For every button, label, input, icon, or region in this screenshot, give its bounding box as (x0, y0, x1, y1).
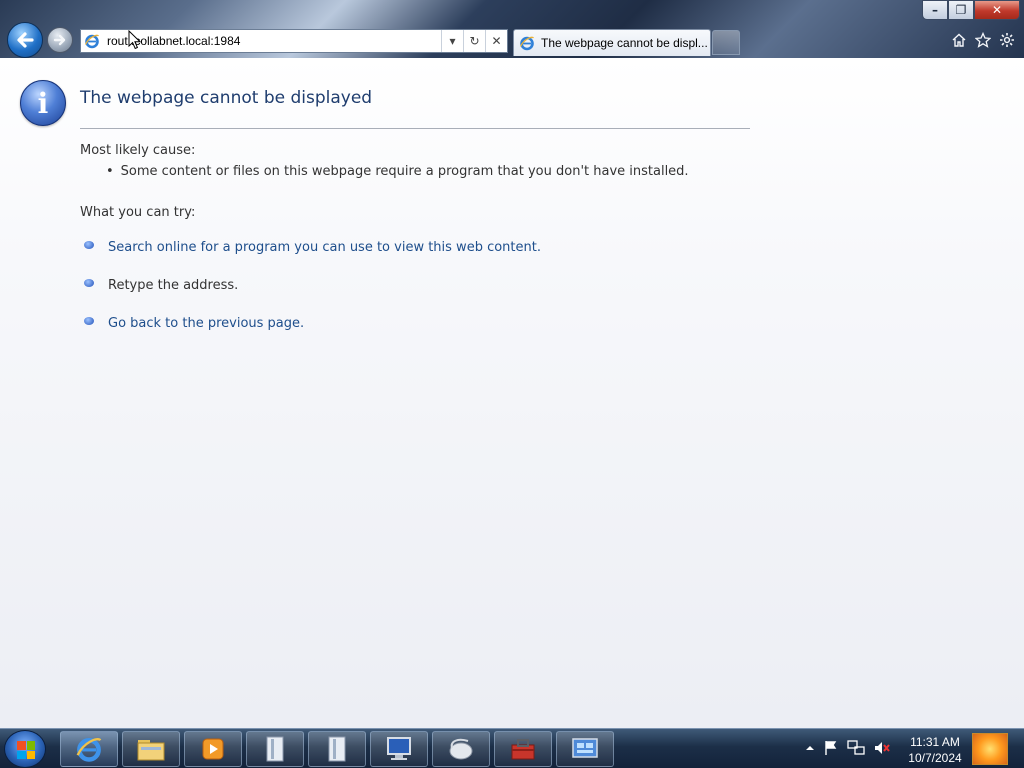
blue-bullet-icon (84, 316, 94, 325)
info-icon: i (20, 80, 66, 126)
try-item-go-back: Go back to the previous page. (84, 316, 304, 331)
taskbar-internet-explorer[interactable] (60, 731, 118, 767)
volume-muted-icon[interactable] (873, 740, 891, 759)
taskbar-windows-explorer[interactable] (122, 731, 180, 767)
show-hidden-icons-button[interactable] (805, 742, 815, 756)
search-online-link[interactable]: Search online for a program you can use … (108, 240, 541, 255)
taskbar-control-panel[interactable] (556, 731, 614, 767)
blue-bullet-icon (84, 278, 94, 287)
blue-bullet-icon (84, 240, 94, 249)
stop-button[interactable]: ✕ (485, 30, 507, 52)
new-tab-button[interactable] (712, 30, 740, 55)
taskbar-mouse-settings[interactable] (432, 731, 490, 767)
try-item-search: Search online for a program you can use … (84, 240, 541, 255)
command-icons (950, 31, 1016, 49)
folder-icon (137, 740, 165, 761)
try-heading: What you can try: (80, 205, 196, 220)
bullet: • (106, 164, 114, 179)
taskbar-remote-desktop[interactable] (370, 731, 428, 767)
clock[interactable]: 11:31 AM 10/7/2024 (902, 734, 968, 766)
monitor-icon (387, 737, 411, 760)
page-title: The webpage cannot be displayed (80, 88, 373, 108)
mouse-icon (449, 738, 473, 760)
media-player-icon (202, 738, 224, 760)
window-controls: – ❐ ✕ (922, 0, 1020, 20)
close-button[interactable]: ✕ (974, 0, 1020, 20)
ie-page-icon (81, 30, 103, 52)
cause-item-text: Some content or files on this webpage re… (120, 164, 689, 179)
document-icon (266, 736, 284, 762)
address-input[interactable] (103, 31, 441, 51)
address-bar: ▾ ↻ ✕ (80, 29, 508, 53)
taskbar-toolbox[interactable] (494, 731, 552, 767)
refresh-button[interactable]: ↻ (463, 30, 485, 52)
internet-explorer-icon (76, 737, 102, 762)
page-content: i The webpage cannot be displayed Most l… (0, 58, 1024, 728)
home-icon[interactable] (950, 31, 968, 49)
minimize-button[interactable]: – (922, 0, 948, 20)
user-account-picture-icon[interactable] (972, 733, 1008, 765)
start-button[interactable] (4, 730, 46, 768)
go-back-link[interactable]: Go back to the previous page. (108, 316, 304, 331)
toolbox-icon (511, 739, 535, 760)
favorites-icon[interactable] (974, 31, 992, 49)
document-icon (328, 736, 346, 762)
taskbar-app-window-2[interactable] (308, 731, 366, 767)
forward-arrow-icon (53, 34, 66, 46)
back-arrow-icon (17, 32, 34, 48)
title-divider (80, 128, 750, 129)
windows-logo-icon (17, 741, 35, 759)
tab-label: The webpage cannot be displ... (541, 36, 708, 50)
maximize-button[interactable]: ❐ (948, 0, 974, 20)
tools-gear-icon[interactable] (998, 31, 1016, 49)
forward-button[interactable] (47, 27, 73, 53)
system-tray (805, 729, 891, 768)
retype-address-text: Retype the address. (108, 278, 239, 293)
control-panel-icon (572, 738, 598, 758)
cause-heading: Most likely cause: (80, 143, 196, 158)
clock-time: 11:31 AM (910, 735, 960, 749)
tab-webpage-cannot-be-displayed[interactable]: The webpage cannot be displ... (513, 29, 711, 56)
taskbar-media-player[interactable] (184, 731, 242, 767)
taskbar-app-window-1[interactable] (246, 731, 304, 767)
mouse-cursor-icon (128, 30, 142, 50)
address-dropdown-button[interactable]: ▾ (441, 30, 463, 52)
cause-item: • Some content or files on this webpage r… (106, 164, 689, 179)
browser-frame: – ❐ ✕ ▾ ↻ ✕ The webpage cann (0, 0, 1024, 58)
ie-tab-icon (519, 36, 535, 51)
taskbar: 11:31 AM 10/7/2024 (0, 728, 1024, 768)
network-icon[interactable] (847, 739, 865, 759)
try-item-retype: Retype the address. (84, 278, 238, 293)
clock-date: 10/7/2024 (908, 751, 962, 765)
action-center-flag-icon[interactable] (823, 740, 839, 759)
back-button[interactable] (7, 22, 43, 58)
